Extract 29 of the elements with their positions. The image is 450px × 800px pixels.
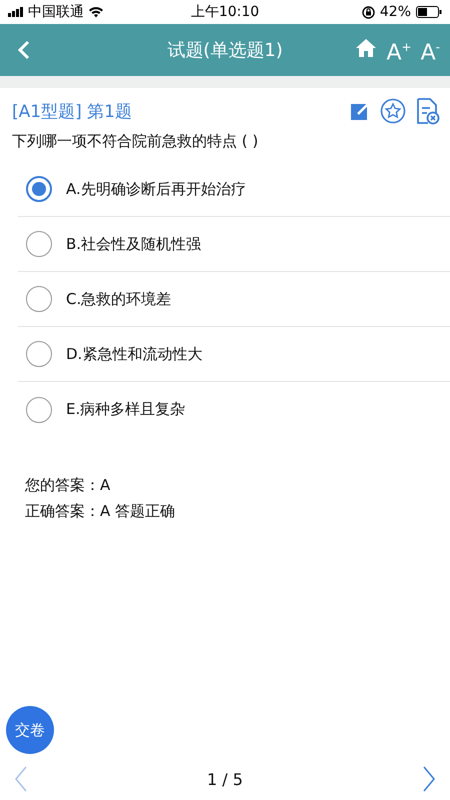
answer-option[interactable]: D.紧急性和流动性大 [18,327,450,382]
radio-button[interactable] [26,341,52,367]
previous-button[interactable] [14,766,28,792]
question-type: [A1型题] 第1题 [12,100,132,122]
rotation-lock-icon [362,6,375,18]
carrier-name: 中国联通 [28,3,84,21]
submit-button[interactable]: 交卷 [6,706,54,754]
battery-percent: 42% [380,4,412,20]
wifi-icon [88,6,104,18]
answer-option[interactable]: C.急救的环境差 [18,272,450,327]
page-indicator: 1 / 5 [207,770,243,788]
radio-button[interactable] [26,176,52,202]
page-title: 试题(单选题1) [167,39,283,62]
answer-option[interactable]: A.先明确诊断后再开始治疗 [18,162,450,217]
radio-button[interactable] [26,396,52,422]
battery-icon [416,6,442,18]
question-text: 下列哪一项不符合院前急救的特点 ( ) [11,131,260,152]
radio-button[interactable] [26,286,52,312]
answer-option[interactable]: E.病种多样且复杂 [18,382,450,437]
radio-button[interactable] [26,231,52,257]
note-button[interactable] [350,101,370,121]
answer-option[interactable]: B.社会性及随机性强 [18,217,450,272]
your-answer: 您的答案：A [25,475,112,496]
clock-time: 上午10:10 [190,3,260,21]
correct-answer: 正确答案：A 答题正确 [25,501,176,522]
signal-icon [8,7,24,17]
favorite-button[interactable] [380,98,406,124]
next-button[interactable] [422,766,436,792]
wrong-list-button[interactable] [416,97,440,125]
